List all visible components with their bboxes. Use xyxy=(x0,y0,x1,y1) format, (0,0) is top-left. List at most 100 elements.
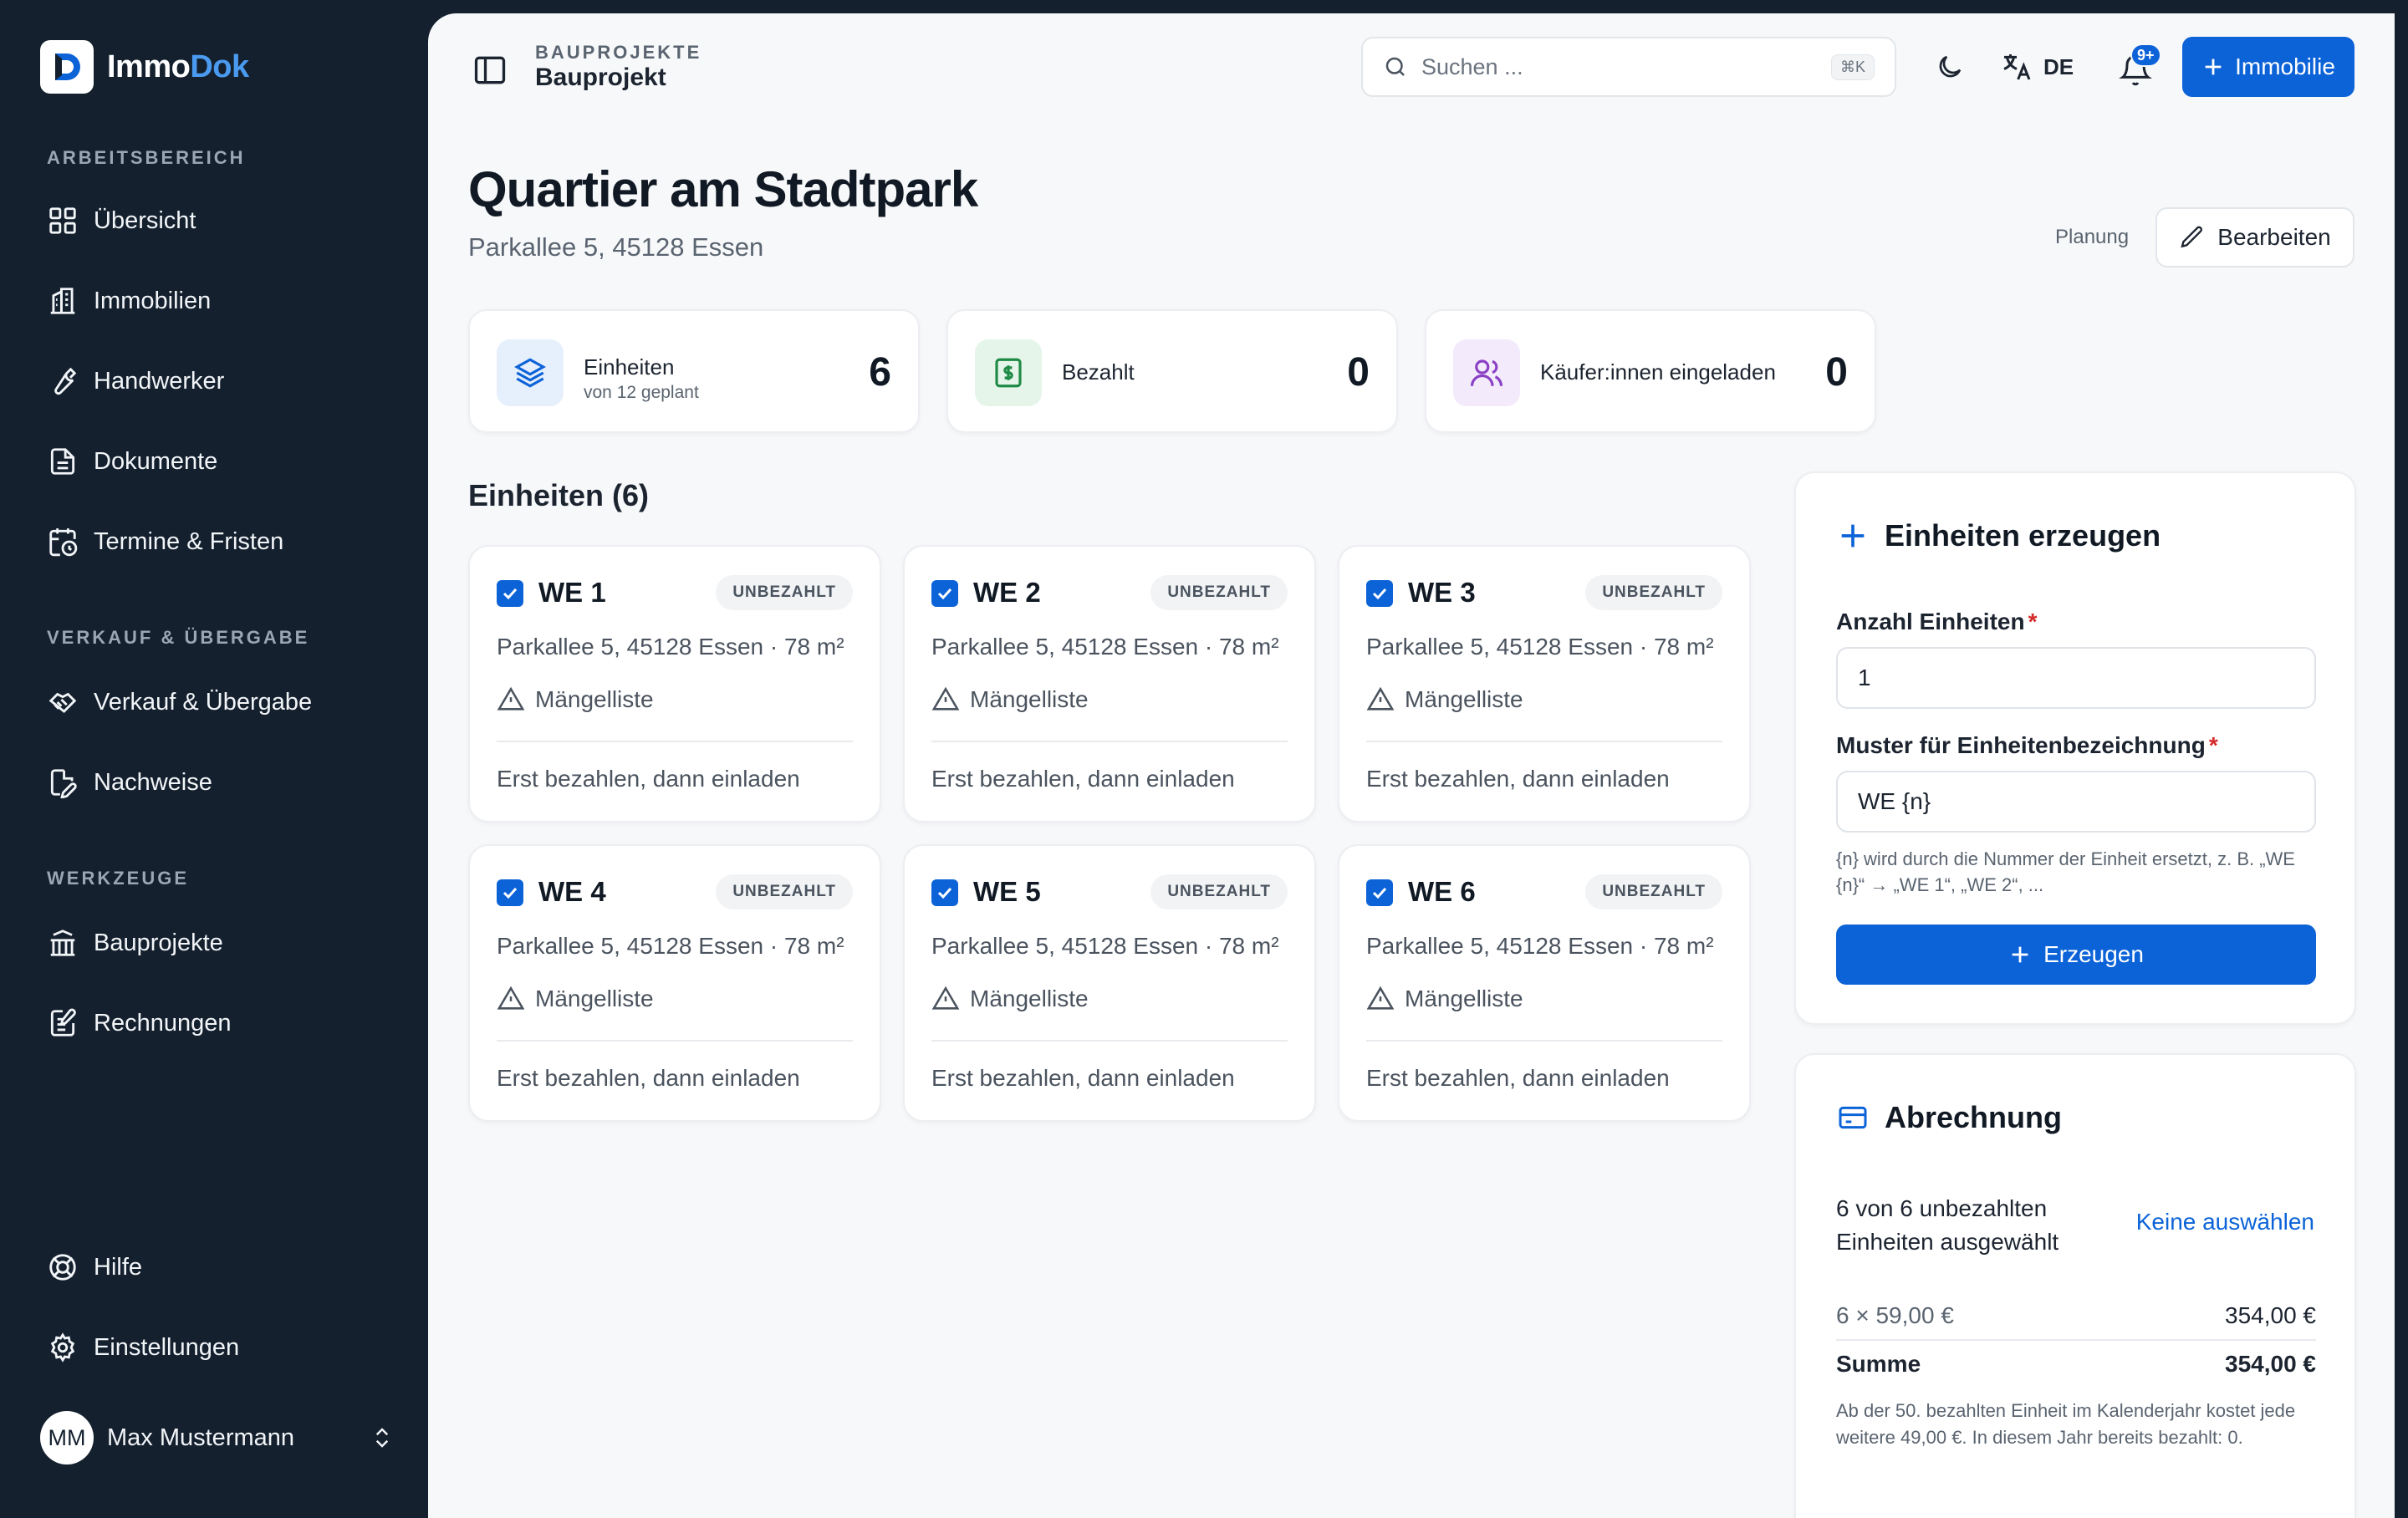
defect-list-label: Mängelliste xyxy=(535,986,654,1011)
defect-list-link[interactable]: Mängelliste xyxy=(497,985,654,1013)
sidebar-item-label: Verkauf & Übergabe xyxy=(94,688,313,716)
unit-note: Erst bezahlen, dann einladen xyxy=(497,1065,800,1091)
brand-logo[interactable]: ImmoDok xyxy=(40,40,249,94)
defect-list-label: Mängelliste xyxy=(1405,986,1523,1011)
sidebar-item-craftsmen[interactable]: Handwerker xyxy=(47,358,398,405)
language-switcher[interactable]: DE xyxy=(2000,48,2074,85)
sidebar-item-settings[interactable]: Einstellungen xyxy=(47,1324,398,1371)
defect-list-link[interactable]: Mängelliste xyxy=(931,985,1089,1013)
users-icon xyxy=(1453,339,1520,406)
sidebar-item-label: Nachweise xyxy=(94,768,212,796)
billing-title: Abrechnung xyxy=(1885,1100,2062,1134)
sidebar-item-label: Dokumente xyxy=(94,447,218,475)
top-bar: BAUPROJEKTE Bauprojekt Suchen ... ⌘K DE … xyxy=(428,13,2395,122)
unit-address: Parkallee 5, 45128 Essen · 78 m² xyxy=(931,933,1279,959)
breadcrumb-parent[interactable]: BAUPROJEKTE xyxy=(535,42,701,64)
sidebar-item-documents[interactable]: Dokumente xyxy=(47,438,398,485)
unit-checkbox[interactable] xyxy=(931,580,958,607)
check-icon xyxy=(503,588,518,600)
panel-title: Abrechnung xyxy=(1836,1100,2062,1135)
warning-icon xyxy=(931,686,960,711)
line-item-value: 354,00 € xyxy=(2225,1302,2316,1328)
status-badge: UNBEZAHLT xyxy=(1150,575,1288,610)
pricing-note: Ab der 50. bezahlten Einheit im Kalender… xyxy=(1836,1400,2296,1448)
warning-icon xyxy=(497,686,525,711)
divider xyxy=(1366,1040,1722,1042)
unit-address: Parkallee 5, 45128 Essen · 78 m² xyxy=(1366,634,1714,660)
sidebar-item-invoices[interactable]: Rechnungen xyxy=(47,1000,398,1047)
unit-name: WE 1 xyxy=(538,577,606,608)
line-item-label: 6 × 59,00 € xyxy=(1836,1302,1954,1328)
search-input[interactable]: Suchen ... ⌘K xyxy=(1361,37,1896,97)
unit-name: WE 2 xyxy=(973,577,1041,608)
count-label: Anzahl Einheiten * xyxy=(1836,609,2037,635)
unit-card[interactable]: WE 1 UNBEZAHLT Parkallee 5, 45128 Essen … xyxy=(468,545,881,823)
divider xyxy=(1366,741,1722,742)
unit-name: WE 6 xyxy=(1408,876,1476,907)
unit-card[interactable]: WE 4 UNBEZAHLT Parkallee 5, 45128 Essen … xyxy=(468,844,881,1122)
sidebar-item-label: Hilfe xyxy=(94,1253,143,1281)
unit-card[interactable]: WE 2 UNBEZAHLT Parkallee 5, 45128 Essen … xyxy=(903,545,1316,823)
naming-pattern-input[interactable]: WE {n} xyxy=(1836,771,2316,833)
billing-line-item: 6 × 59,00 € 354,00 € xyxy=(1836,1302,2316,1329)
defect-list-label: Mängelliste xyxy=(1405,686,1523,712)
defect-list-link[interactable]: Mängelliste xyxy=(1366,985,1523,1013)
search-icon xyxy=(1385,57,1405,76)
sidebar-toggle-icon[interactable] xyxy=(472,52,508,89)
defect-list-link[interactable]: Mängelliste xyxy=(497,685,654,714)
theme-toggle-button[interactable] xyxy=(1926,43,1973,90)
landmark-icon xyxy=(50,930,75,956)
billing-total: Summe 354,00 € xyxy=(1836,1351,2316,1378)
stat-card-paid: Bezahlt 0 xyxy=(946,309,1398,433)
unit-note: Erst bezahlen, dann einladen xyxy=(497,766,800,792)
unit-note: Erst bezahlen, dann einladen xyxy=(1366,1065,1670,1091)
sidebar-item-overview[interactable]: Übersicht xyxy=(47,197,398,244)
warning-icon xyxy=(931,986,960,1010)
unit-checkbox[interactable] xyxy=(497,580,523,607)
sidebar-item-construction-projects[interactable]: Bauprojekte xyxy=(47,919,398,966)
edit-button[interactable]: Bearbeiten xyxy=(2155,207,2354,267)
sidebar-item-properties[interactable]: Immobilien xyxy=(47,278,398,324)
user-menu[interactable]: MM Max Mustermann xyxy=(40,1411,395,1465)
status-badge: UNBEZAHLT xyxy=(716,575,853,610)
unit-card[interactable]: WE 5 UNBEZAHLT Parkallee 5, 45128 Essen … xyxy=(903,844,1316,1122)
layers-icon xyxy=(497,339,564,406)
building-icon xyxy=(50,288,75,314)
billing-panel: Abrechnung 6 von 6 unbezahlten Einheiten… xyxy=(1794,1053,2356,1518)
stat-value: 0 xyxy=(1347,350,1370,395)
unit-checkbox[interactable] xyxy=(1366,879,1393,906)
sidebar-item-help[interactable]: Hilfe xyxy=(47,1244,398,1291)
unit-card[interactable]: WE 6 UNBEZAHLT Parkallee 5, 45128 Essen … xyxy=(1338,844,1751,1122)
sidebar-item-deadlines[interactable]: Termine & Fristen xyxy=(47,518,398,565)
section-heading-workspace: ARBEITSBEREICH xyxy=(47,147,246,168)
deselect-all-link[interactable]: Keine auswählen xyxy=(2136,1209,2314,1235)
search-shortcut: ⌘K xyxy=(1830,53,1875,80)
unit-address: Parkallee 5, 45128 Essen · 78 m² xyxy=(497,933,844,959)
unit-checkbox[interactable] xyxy=(931,879,958,906)
notification-badge: 9+ xyxy=(2130,43,2161,67)
defect-list-link[interactable]: Mängelliste xyxy=(1366,685,1523,714)
check-icon xyxy=(1372,588,1387,600)
divider xyxy=(497,1040,853,1042)
required-mark: * xyxy=(2028,609,2038,634)
add-property-button[interactable]: Immobilie xyxy=(2182,37,2354,97)
unit-count-input[interactable]: 1 xyxy=(1836,647,2316,709)
unit-checkbox[interactable] xyxy=(497,879,523,906)
unit-card[interactable]: WE 3 UNBEZAHLT Parkallee 5, 45128 Essen … xyxy=(1338,545,1751,823)
unit-name: WE 5 xyxy=(973,876,1041,907)
generate-button[interactable]: Erzeugen xyxy=(1836,925,2316,985)
status-badge: UNBEZAHLT xyxy=(1150,874,1288,909)
document-icon xyxy=(50,448,75,475)
unit-note: Erst bezahlen, dann einladen xyxy=(931,766,1235,792)
defect-list-link[interactable]: Mängelliste xyxy=(931,685,1089,714)
unit-note: Erst bezahlen, dann einladen xyxy=(1366,766,1670,792)
divider xyxy=(931,1040,1288,1042)
unit-name: WE 4 xyxy=(538,876,606,907)
sidebar-item-proofs[interactable]: Nachweise xyxy=(47,759,398,806)
translate-icon xyxy=(2003,54,2031,80)
sidebar-item-sale-handover[interactable]: Verkauf & Übergabe xyxy=(47,679,398,726)
unit-checkbox[interactable] xyxy=(1366,580,1393,607)
pattern-label-text: Muster für Einheitenbezeichnung xyxy=(1836,732,2206,758)
panel-title: Einheiten erzeugen xyxy=(1836,518,2161,553)
warning-icon xyxy=(1366,686,1395,711)
